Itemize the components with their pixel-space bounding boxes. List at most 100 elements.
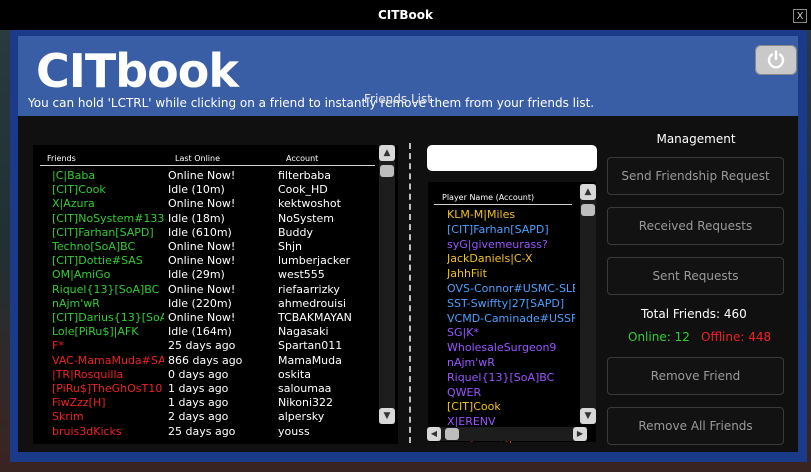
list-item[interactable]: nAjm'wR — [447, 356, 575, 370]
list-item[interactable]: [CIT]Farhan[SAPD] — [447, 223, 575, 237]
table-row[interactable]: [CIT]Farhan[SAPD] Idle (610m) Buddy — [33, 226, 378, 240]
table-row[interactable]: [CIT]Dottie#SAS Online Now! lumberjacker — [33, 254, 378, 268]
last-online: Idle (10m) — [168, 183, 225, 197]
list-item[interactable]: KLM-M|Miles — [447, 208, 575, 222]
table-row[interactable]: Riquel{13}[SoA]BC Online Now! riefaarrizky — [33, 283, 378, 297]
last-online: Online Now! — [168, 240, 236, 253]
title-bar[interactable]: CITBook X — [0, 0, 811, 30]
account-name: MamaMuda — [278, 353, 342, 367]
scroll-up-icon[interactable]: ▲ — [379, 145, 395, 161]
table-row[interactable]: OM|AmiGo Idle (29m) west555 — [33, 268, 378, 282]
last-online: 866 days ago — [168, 353, 243, 367]
scroll-right-icon[interactable]: ▶ — [573, 427, 587, 441]
friend-name: X|Azura — [52, 197, 95, 211]
power-button[interactable] — [755, 45, 797, 75]
account-name: Nagasaki — [278, 325, 329, 339]
last-online: Idle (18m) — [168, 211, 225, 225]
table-row[interactable]: X|Azura Online Now! kektwoshot — [33, 197, 378, 211]
close-button[interactable]: X — [793, 9, 807, 23]
table-row[interactable]: [CIT]Cook Idle (10m) Cook_HD — [33, 183, 378, 197]
hscroll-thumb[interactable] — [445, 428, 459, 440]
friend-name: |TR|Rosquilla — [52, 367, 124, 381]
player-search-input[interactable] — [427, 145, 597, 171]
account-name: lumberjacker — [278, 254, 351, 268]
hint-text: You can hold 'LCTRL' while clicking on a… — [28, 96, 595, 110]
account-name: TCBAKMAYAN — [278, 311, 352, 324]
account-name: Buddy — [278, 225, 313, 239]
last-online: 1 days ago — [168, 382, 229, 395]
table-row[interactable]: nAjm'wR Idle (220m) ahmedrouisi — [33, 297, 378, 311]
account-name: riefaarrizky — [278, 282, 340, 296]
list-item[interactable]: OVS-Connor#USMC-SLEI — [447, 282, 575, 296]
col-header-player-name[interactable]: Player Name (Account) — [442, 193, 534, 202]
list-item[interactable]: SST-Swiffty|27[SAPD] — [447, 297, 575, 311]
friends-scrollbar[interactable]: ▲ ▼ — [379, 145, 395, 424]
account-name: Spartan011 — [278, 339, 343, 353]
scroll-up-icon[interactable]: ▲ — [580, 184, 596, 200]
friend-name: |C|Baba — [52, 169, 96, 182]
remove-all-friends-button[interactable]: Remove All Friends — [607, 407, 784, 445]
col-header-account[interactable]: Account — [286, 154, 318, 163]
last-online: 2 days ago — [168, 410, 229, 424]
total-friends-label: Total Friends: 460 — [641, 307, 747, 321]
friend-name: F* — [52, 339, 64, 353]
list-item[interactable]: JahhFiit — [447, 267, 575, 281]
received-requests-button[interactable]: Received Requests — [607, 207, 784, 245]
players-grid[interactable]: Player Name (Account) KLM-M|Miles [CIT]Fa… — [428, 182, 596, 443]
account-name: Shјn — [278, 240, 302, 253]
last-online: Online Now! — [168, 311, 236, 324]
account-name: kektwoshot — [278, 197, 341, 211]
scroll-left-icon[interactable]: ◀ — [427, 427, 441, 441]
account-name: oskita — [278, 367, 311, 381]
friends-grid[interactable]: Friends Last Online Account |C|Baba Onlin… — [33, 145, 398, 444]
players-scrollbar[interactable]: ▲ ▼ — [580, 184, 596, 424]
col-header-friends[interactable]: Friends — [47, 154, 76, 163]
scroll-thumb[interactable] — [581, 204, 595, 216]
last-online: 0 days ago — [168, 367, 229, 381]
account-name: Nikoni322 — [278, 396, 334, 410]
table-row[interactable]: Lole[PiRu$]|AFK Idle (164m) Nagasaki — [33, 325, 378, 339]
list-item[interactable]: JackDaniels|C-X — [447, 252, 575, 266]
header-divider — [40, 165, 375, 166]
list-item[interactable]: syG|givemeurass? — [447, 238, 575, 252]
player-header-divider — [434, 204, 572, 205]
list-item[interactable]: VCMD-Caminade#USSF — [447, 312, 575, 326]
list-item[interactable]: Riquel{13}[SoA]BC — [447, 371, 575, 385]
col-header-last-online[interactable]: Last Online — [175, 154, 220, 163]
table-row[interactable]: bruis3dKicks 25 days ago youss — [33, 425, 378, 439]
friend-name: [CIT]Cook — [52, 183, 106, 197]
table-row[interactable]: [CIT]NoSystem#133 Idle (18m) NoSystem — [33, 212, 378, 226]
last-online: Online Now! — [168, 254, 236, 268]
list-item[interactable]: QWER — [447, 386, 575, 400]
table-row[interactable]: VAC-MamaMuda#SAS 866 days ago MamaMuda — [33, 354, 378, 368]
send-friendship-request-button[interactable]: Send Friendship Request — [607, 157, 784, 195]
sent-requests-button[interactable]: Sent Requests — [607, 257, 784, 295]
table-row[interactable]: |C|Baba Online Now! filterbaba — [33, 169, 378, 183]
account-name: NoSystem — [278, 211, 334, 225]
scroll-thumb[interactable] — [380, 165, 394, 177]
scroll-down-icon[interactable]: ▼ — [580, 408, 596, 424]
table-row[interactable]: Techno[SoA]BC Online Now! Shјn — [33, 240, 378, 254]
table-row[interactable]: [CIT]Darius{13}[SoA] Online Now! TCBAKMAYA… — [33, 311, 378, 325]
account-name: west555 — [278, 268, 325, 282]
account-name: alpersky — [278, 410, 325, 424]
table-row[interactable]: |TR|Rosquilla 0 days ago oskita — [33, 368, 378, 382]
friend-name: Lole[PiRu$]|AFK — [52, 325, 139, 339]
table-row[interactable]: [PiRu$]TheGhOsT10 1 days ago saloumaa — [33, 382, 378, 396]
table-row[interactable]: Skrim 2 days ago alpersky — [33, 410, 378, 424]
players-hscrollbar[interactable]: ◀ ▶ — [427, 427, 587, 441]
account-name: Cook_HD — [278, 183, 328, 197]
friend-name: [CIT]Darius{13}[SoA] — [52, 311, 164, 324]
list-item[interactable]: [CIT]Cook — [447, 400, 575, 414]
citbook-window: CITBook X CITbook You can hold 'LCTRL' w… — [0, 0, 811, 472]
scroll-down-icon[interactable]: ▼ — [379, 408, 395, 424]
friend-name: Techno[SoA]BC — [52, 240, 136, 253]
friend-name: nAjm'wR — [52, 296, 100, 310]
list-item[interactable]: WholesaleSurgeon9 — [447, 341, 575, 355]
remove-friend-button[interactable]: Remove Friend — [607, 357, 784, 395]
friend-name: FiwZzz[H] — [52, 396, 106, 410]
list-item[interactable]: SG|K* — [447, 326, 575, 340]
table-row[interactable]: F* 25 days ago Spartan011 — [33, 339, 378, 353]
account-name: ahmedrouisi — [278, 296, 347, 310]
table-row[interactable]: FiwZzz[H] 1 days ago Nikoni322 — [33, 396, 378, 410]
